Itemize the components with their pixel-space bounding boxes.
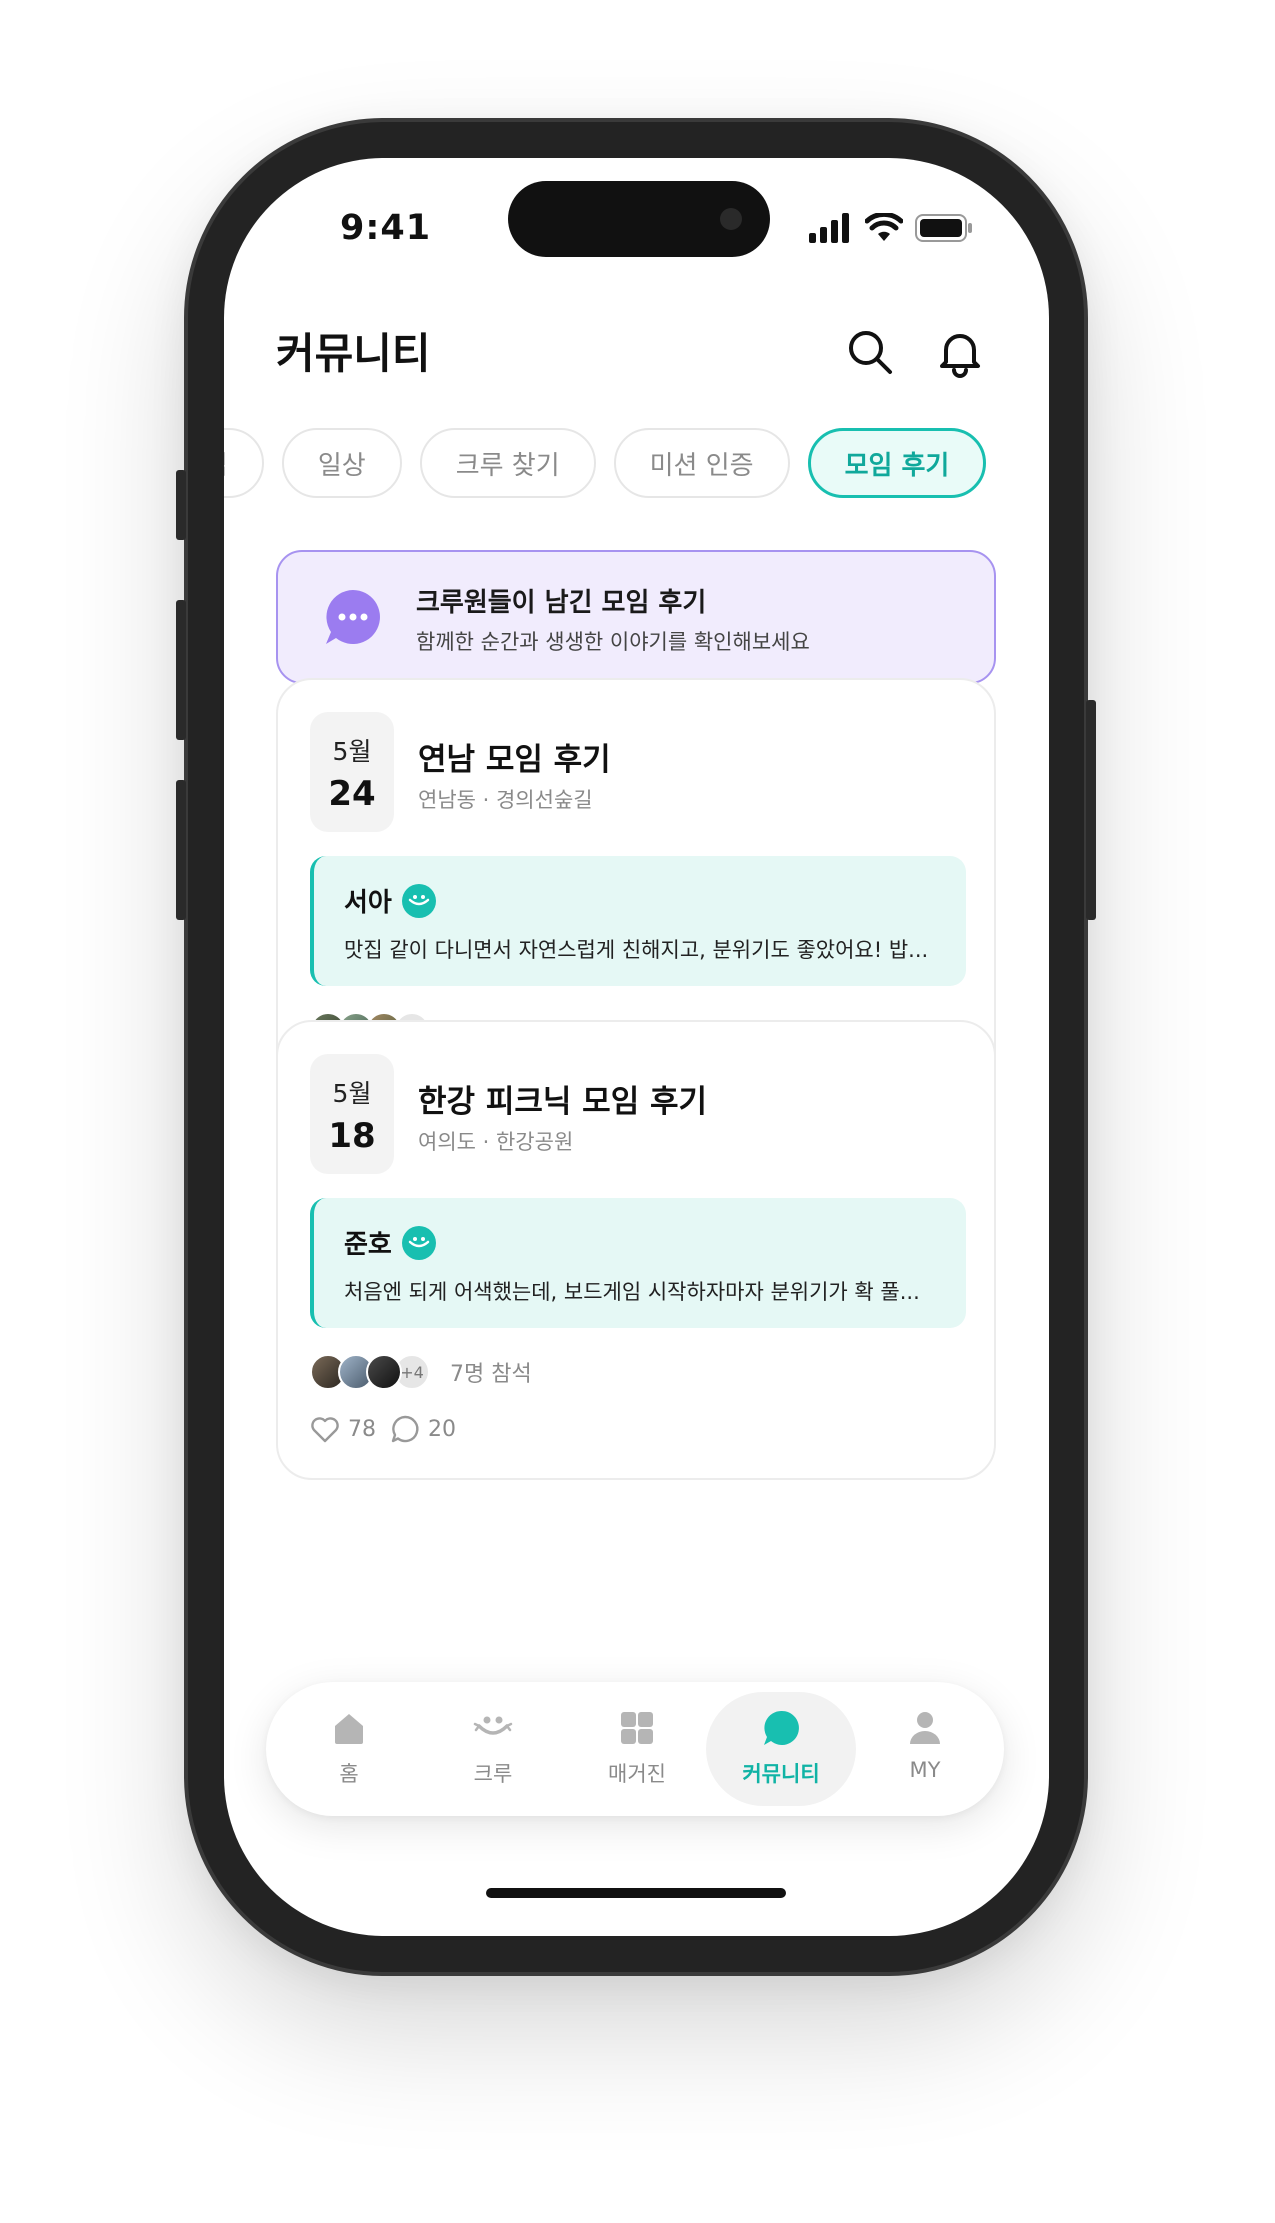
- signal-icon: [809, 213, 849, 243]
- phone-screen: 9:41 커뮤니티 모집 일상 크루 찾기: [224, 158, 1049, 1936]
- date-month: 5월: [332, 737, 372, 766]
- participants: +4 7명 참석: [310, 1354, 532, 1390]
- nav-home[interactable]: 홈: [274, 1692, 424, 1806]
- chip-recruit[interactable]: 모집: [224, 428, 264, 498]
- nav-label: MY: [909, 1758, 941, 1782]
- nav-label: 홈: [339, 1762, 359, 1786]
- comment-icon: [391, 1415, 419, 1443]
- crew-badge-icon: [401, 1225, 436, 1260]
- date-day: 24: [328, 774, 376, 814]
- comment-count: 20: [428, 1416, 456, 1442]
- volume-down-button: [176, 780, 186, 920]
- like-count: 78: [348, 1416, 376, 1442]
- power-button: [1086, 700, 1096, 920]
- post-card[interactable]: 5월 18 한강 피크닉 모임 후기 여의도 · 한강공원 준호 처음엔 되게 …: [276, 1020, 996, 1480]
- chip-mission[interactable]: 미션 인증: [613, 428, 790, 498]
- community-icon: [764, 1710, 799, 1745]
- profile-icon: [910, 1712, 940, 1744]
- participant-count: 7명 참석: [450, 1362, 532, 1387]
- nav-magazine[interactable]: 매거진: [562, 1692, 712, 1806]
- date-month: 5월: [332, 1079, 372, 1108]
- reviewer: 서아: [344, 882, 436, 919]
- bottom-nav: 홈 크루 매거진 커뮤니티 MY: [266, 1682, 1004, 1816]
- reviewer-name: 서아: [344, 888, 392, 918]
- bell-icon[interactable]: [934, 326, 986, 378]
- date-box: 5월 18: [310, 1054, 394, 1174]
- nav-label: 매거진: [608, 1762, 666, 1786]
- post-title: 한강 피크닉 모임 후기: [418, 1084, 708, 1120]
- page-title: 커뮤니티: [276, 329, 431, 378]
- chat-bubble-icon: [326, 590, 380, 644]
- review-quote: 서아 맛집 같이 다니면서 자연스럽게 친해지고, 분위기도 좋았어요! 밥..…: [310, 856, 966, 986]
- avatar: [366, 1354, 402, 1390]
- chip-meeting-review[interactable]: 모임 후기: [807, 428, 987, 498]
- battery-icon: [915, 214, 972, 242]
- chip-daily[interactable]: 일상: [281, 428, 402, 498]
- nav-crew[interactable]: 크루: [418, 1692, 568, 1806]
- comment-button[interactable]: 20: [390, 1414, 456, 1444]
- dynamic-island: [508, 181, 770, 257]
- post-title: 연남 모임 후기: [418, 742, 611, 778]
- heart-icon: [311, 1417, 339, 1443]
- volume-up-button: [176, 600, 186, 740]
- review-banner: 크루원들이 남긴 모임 후기 함께한 순간과 생생한 이야기를 확인해보세요: [276, 550, 996, 684]
- chip-find-crew[interactable]: 크루 찾기: [419, 428, 596, 498]
- nav-community[interactable]: 커뮤니티: [706, 1692, 856, 1806]
- magazine-icon: [621, 1712, 653, 1744]
- nav-label: 커뮤니티: [742, 1762, 820, 1786]
- banner-subtitle: 함께한 순간과 생생한 이야기를 확인해보세요: [416, 630, 810, 654]
- category-chips: 모집 일상 크루 찾기 미션 인증 모임 후기: [224, 428, 987, 498]
- nav-my[interactable]: MY: [850, 1692, 1000, 1806]
- camera-dot: [720, 208, 742, 230]
- date-box: 5월 24: [310, 712, 394, 832]
- date-day: 18: [328, 1116, 376, 1156]
- crew-badge-icon: [401, 883, 436, 918]
- banner-title: 크루원들이 남긴 모임 후기: [416, 588, 707, 618]
- engagement: 78 20: [310, 1414, 456, 1444]
- review-text: 맛집 같이 다니면서 자연스럽게 친해지고, 분위기도 좋았어요! 밥...: [344, 938, 929, 962]
- post-location: 여의도 · 한강공원: [418, 1130, 574, 1154]
- status-time: 9:41: [340, 208, 432, 248]
- search-icon[interactable]: [844, 326, 896, 378]
- like-button[interactable]: 78: [310, 1415, 376, 1443]
- nav-label: 크루: [473, 1762, 513, 1786]
- reviewer: 준호: [344, 1224, 436, 1261]
- home-indicator: [486, 1888, 786, 1898]
- wifi-icon: [865, 213, 903, 241]
- review-quote: 준호 처음엔 되게 어색했는데, 보드게임 시작하자마자 분위기가 확 풀...: [310, 1198, 966, 1328]
- review-text: 처음엔 되게 어색했는데, 보드게임 시작하자마자 분위기가 확 풀...: [344, 1280, 920, 1304]
- post-location: 연남동 · 경의선숲길: [418, 788, 593, 812]
- reviewer-name: 준호: [344, 1230, 392, 1260]
- crew-icon: [473, 1716, 513, 1735]
- home-icon: [335, 1714, 363, 1744]
- action-button: [176, 470, 186, 540]
- status-icons: [809, 213, 973, 243]
